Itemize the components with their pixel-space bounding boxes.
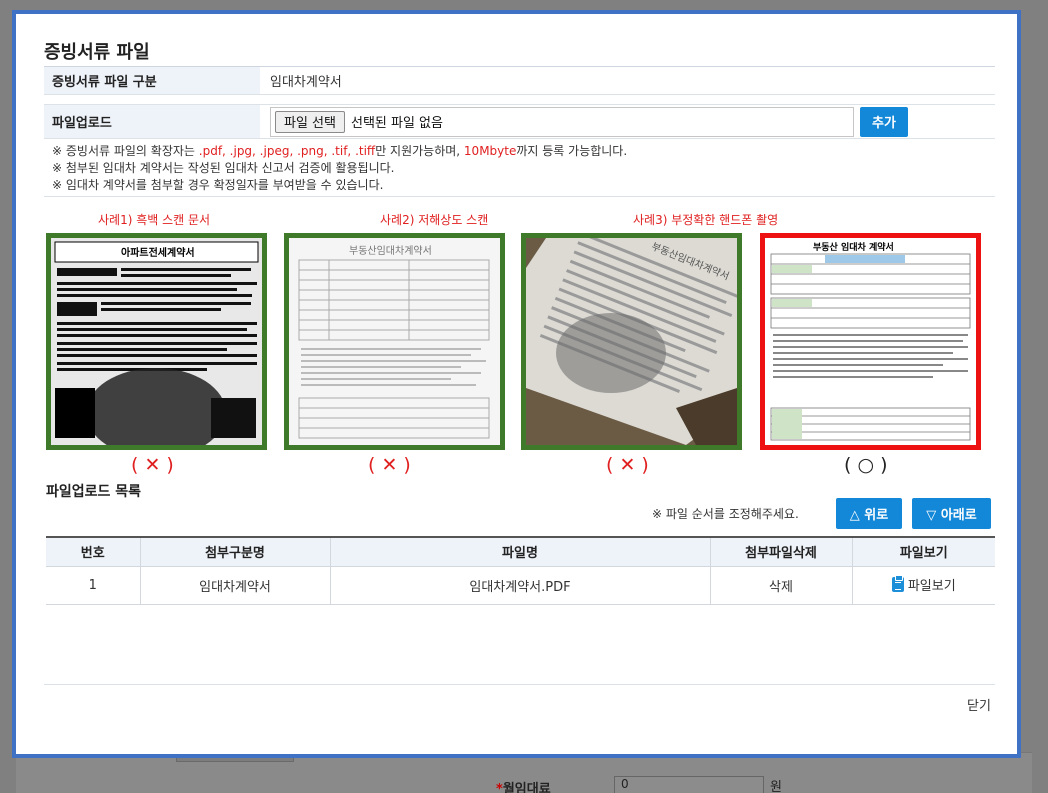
example-1-mark: ( ✕ )	[131, 454, 174, 476]
category-label: 증빙서류 파일 구분	[44, 67, 260, 94]
upload-notes: ※ 증빙서류 파일의 확장자는 .pdf, .jpg, .jpeg, .png,…	[44, 139, 995, 197]
note-line-3: ※ 임대차 계약서를 첨부할 경우 확정일자를 부여받을 수 있습니다.	[52, 178, 384, 192]
row-category: 임대차계약서	[139, 566, 330, 605]
monthly-rent-input[interactable]: 0	[614, 776, 764, 793]
footer-divider	[44, 684, 995, 685]
delete-link[interactable]: 삭제	[709, 566, 852, 605]
monthly-rent-text: 월임대료	[502, 782, 551, 793]
file-status-text: 선택된 파일 없음	[350, 116, 443, 131]
upload-list-title: 파일업로드 목록	[46, 484, 142, 500]
required-mark: *	[496, 782, 503, 793]
upload-list-table: 번호 첨부구분명 파일명 첨부파일삭제 파일보기 1 임대차계약서 임대차계약서…	[46, 536, 995, 605]
column-delete: 첨부파일삭제	[709, 536, 852, 567]
upload-cell: 파일 선택 선택된 파일 없음 추가	[260, 105, 995, 138]
example-1-caption: 사례1) 흑백 스캔 문서	[98, 213, 211, 227]
example-3-image: 부동산임대차계약서	[521, 233, 742, 450]
modal-title: 증빙서류 파일	[44, 42, 150, 63]
move-up-button[interactable]: △ 위로	[836, 498, 902, 529]
add-button[interactable]: 추가	[860, 106, 908, 137]
monthly-rent-label: *월임대료	[496, 778, 551, 793]
example-4-image: 부동산 임대차 계약서	[760, 233, 981, 450]
upload-row: 파일업로드 파일 선택 선택된 파일 없음 추가	[44, 105, 995, 139]
category-row: 증빙서류 파일 구분 임대차계약서	[44, 67, 995, 95]
example-3-mark: ( ✕ )	[606, 454, 649, 476]
file-select-button[interactable]: 파일 선택	[275, 110, 345, 133]
view-file-label: 파일보기	[907, 578, 956, 594]
note-extensions: .pdf, .jpg, .jpeg, .png, .tif, .tiff	[198, 144, 376, 158]
note-size-limit: 10Mbyte	[463, 144, 517, 158]
close-button[interactable]: 닫기	[967, 695, 991, 714]
column-category: 첨부구분명	[139, 536, 330, 567]
column-number: 번호	[46, 536, 140, 567]
example-2-mark: ( ✕ )	[368, 454, 411, 476]
view-cell: 파일보기	[851, 566, 995, 605]
example-2-caption: 사례2) 저해상도 스캔	[380, 213, 489, 227]
note-line-1: ※ 증빙서류 파일의 확장자는 .pdf, .jpg, .jpeg, .png,…	[52, 144, 628, 158]
category-value: 임대차계약서	[270, 75, 342, 90]
column-filename: 파일명	[329, 536, 710, 567]
example-4-mark: ( ○ )	[844, 454, 888, 476]
svg-text:부동산임대차계약서: 부동산임대차계약서	[349, 244, 432, 257]
svg-text:아파트전세계약서: 아파트전세계약서	[121, 246, 195, 259]
example-1-image: 아파트전세계약서	[46, 233, 267, 450]
upload-form: 증빙서류 파일 구분 임대차계약서 파일업로드 파일 선택 선택된 파일 없음 …	[44, 66, 995, 197]
file-input[interactable]: 파일 선택 선택된 파일 없음	[270, 106, 854, 137]
view-file-link[interactable]: 파일보기	[891, 574, 956, 594]
form-spacer	[44, 95, 995, 105]
row-filename: 임대차계약서.PDF	[329, 566, 710, 605]
column-view: 파일보기	[851, 536, 995, 567]
upload-label: 파일업로드	[44, 105, 260, 138]
order-note: ※ 파일 순서를 조정해주세요.	[652, 507, 799, 521]
example-3-caption: 사례3) 부정확한 핸드폰 촬영	[633, 213, 779, 227]
row-number: 1	[46, 566, 140, 605]
monthly-rent-unit: 원	[770, 780, 782, 793]
table-row[interactable]: 1 임대차계약서 임대차계약서.PDF 삭제 파일보기	[46, 566, 995, 605]
note-line-2: ※ 첨부된 임대차 계약서는 작성된 임대차 신고서 검증에 활용됩니다.	[52, 161, 395, 175]
evidence-file-modal: 증빙서류 파일 증빙서류 파일 구분 임대차계약서 파일업로드 파일 선택 선택…	[12, 10, 1021, 758]
example-2-image: 부동산임대차계약서	[284, 233, 505, 450]
move-down-button[interactable]: ▽ 아래로	[912, 498, 991, 529]
svg-text:부동산 임대차 계약서: 부동산 임대차 계약서	[813, 241, 894, 253]
clipboard-icon	[891, 574, 904, 592]
table-header-row: 번호 첨부구분명 파일명 첨부파일삭제 파일보기	[46, 536, 995, 567]
